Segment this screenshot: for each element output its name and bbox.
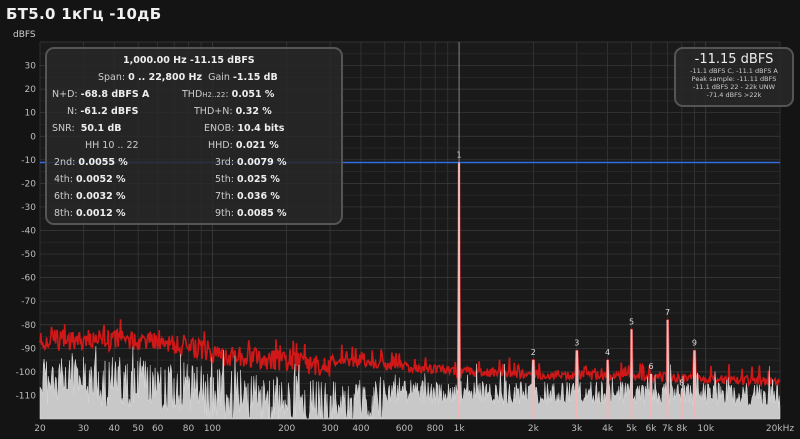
x-tick-label: 30 bbox=[78, 424, 90, 434]
x-tick-label: 600 bbox=[396, 424, 413, 434]
peak-label: 6 bbox=[648, 362, 653, 371]
harmonic-label: 7th: bbox=[215, 191, 234, 202]
x-tick-label: 8k bbox=[676, 424, 688, 434]
thdn-value: 0.32 % bbox=[235, 106, 272, 117]
gain-value: -1.15 dB bbox=[232, 72, 278, 83]
level-line: -71.4 dBFS >22k bbox=[706, 91, 762, 99]
x-tick-label: 20kHz bbox=[766, 424, 794, 434]
harmonic-4: 4th: 0.0052 % bbox=[54, 174, 126, 185]
peak-label: 9 bbox=[692, 339, 697, 348]
harmonic-2: 2nd: 0.0055 % bbox=[54, 157, 128, 168]
harmonic-6: 6th: 0.0032 % bbox=[54, 191, 126, 202]
level-main: -11.15 dBFS bbox=[694, 52, 774, 67]
harmonic-7: 7th: 0.036 % bbox=[215, 191, 280, 202]
y-tick-label: -10 bbox=[21, 156, 36, 166]
x-tick-label: 4k bbox=[602, 424, 614, 434]
harmonic-value: 0.0055 % bbox=[78, 157, 128, 168]
y-tick-label: -110 bbox=[16, 391, 37, 401]
x-tick-label: 10k bbox=[697, 424, 714, 434]
y-tick-label: -30 bbox=[21, 203, 36, 213]
y-tick-label: 20 bbox=[25, 85, 37, 95]
harmonic-label: 4th: bbox=[54, 174, 73, 185]
thd-label: THD bbox=[182, 89, 203, 100]
x-tick-label: 1k bbox=[454, 424, 466, 434]
x-tick-label: 3k bbox=[571, 424, 583, 434]
thd-value: 0.051 % bbox=[231, 89, 275, 100]
x-tick-label: 80 bbox=[183, 424, 195, 434]
x-tick-label: 200 bbox=[278, 424, 295, 434]
enob-value: 10.4 bits bbox=[237, 123, 285, 134]
distortion-stats-panel[interactable]: 1,000.00 Hz -11.15 dBFS Span: 0 .. 22,80… bbox=[45, 47, 343, 225]
harmonic-3: 3rd: 0.0079 % bbox=[215, 157, 287, 168]
peak-label: 3 bbox=[574, 339, 579, 348]
hh-label: HH 10 .. 22 bbox=[85, 140, 139, 151]
harmonic-8: 8th: 0.0012 % bbox=[54, 208, 126, 219]
n-label: N: bbox=[67, 106, 78, 117]
peak-label: 5 bbox=[629, 317, 634, 326]
n-value: -61.2 dBFS bbox=[80, 106, 139, 117]
gain-label: Gain bbox=[208, 72, 230, 83]
peak-label: 2 bbox=[531, 348, 536, 357]
level-readout-panel[interactable]: -11.15 dBFS -11.1 dBFS C, -11.1 dBFS A P… bbox=[674, 47, 794, 107]
harmonic-value: 0.0052 % bbox=[76, 174, 126, 185]
harmonic-label: 6th: bbox=[54, 191, 73, 202]
harmonic-value: 0.0079 % bbox=[237, 157, 287, 168]
nd-label: N+D: bbox=[52, 89, 78, 100]
snr-label: SNR: bbox=[52, 123, 75, 134]
snr-value: 50.1 dB bbox=[80, 123, 122, 134]
y-tick-label: -20 bbox=[21, 179, 36, 189]
level-line: -11.1 dBFS C, -11.1 dBFS A bbox=[690, 67, 778, 75]
hhd-label: HHD: bbox=[208, 140, 233, 151]
x-tick-label: 100 bbox=[204, 424, 221, 434]
nd-value: -68.8 dBFS A bbox=[80, 89, 150, 100]
span-label: Span: bbox=[98, 72, 126, 83]
harmonic-value: 0.036 % bbox=[237, 191, 280, 202]
level-line: Peak sample: -11.11 dBFS bbox=[691, 75, 777, 83]
x-tick-label: 300 bbox=[322, 424, 339, 434]
x-tick-label: 800 bbox=[427, 424, 444, 434]
y-tick-label: -40 bbox=[21, 227, 36, 237]
thd-sub: H2..22 bbox=[202, 91, 226, 99]
thdn-label: THD+N: bbox=[194, 106, 233, 117]
x-tick-label: 6k bbox=[646, 424, 658, 434]
y-tick-label: -60 bbox=[21, 274, 36, 284]
harmonic-value: 0.0032 % bbox=[76, 191, 126, 202]
peak-label: 1 bbox=[457, 151, 462, 160]
x-tick-label: 400 bbox=[352, 424, 369, 434]
peak-label: 7 bbox=[665, 308, 670, 317]
y-tick-label: -70 bbox=[21, 297, 36, 307]
x-tick-label: 40 bbox=[109, 424, 121, 434]
harmonic-value: 0.0012 % bbox=[76, 208, 126, 219]
x-tick-label: 60 bbox=[152, 424, 164, 434]
y-tick-label: -80 bbox=[21, 321, 36, 331]
y-tick-label: 0 bbox=[30, 132, 36, 142]
harmonic-label: 8th: bbox=[54, 208, 73, 219]
span-value: 0 .. 22,800 Hz bbox=[128, 72, 203, 83]
hhd-value: 0.021 % bbox=[235, 140, 279, 151]
y-tick-label: -90 bbox=[21, 344, 36, 354]
harmonic-value: 0.0085 % bbox=[237, 208, 287, 219]
x-tick-label: 2k bbox=[528, 424, 540, 434]
stats-header: 1,000.00 Hz -11.15 dBFS bbox=[123, 55, 255, 66]
x-tick-label: 20 bbox=[34, 424, 46, 434]
x-tick-label: 5k bbox=[626, 424, 638, 434]
harmonic-5: 5th: 0.025 % bbox=[215, 174, 280, 185]
harmonic-value: 0.025 % bbox=[237, 174, 280, 185]
harmonic-label: 3rd: bbox=[215, 157, 235, 168]
y-tick-label: -50 bbox=[21, 250, 36, 260]
harmonic-9: 9th: 0.0085 % bbox=[215, 208, 287, 219]
harmonic-label: 5th: bbox=[215, 174, 234, 185]
harmonic-label: 9th: bbox=[215, 208, 234, 219]
peak-label: 8 bbox=[679, 379, 684, 388]
harmonic-label: 2nd: bbox=[54, 157, 76, 168]
peak-label: 4 bbox=[605, 348, 610, 357]
enob-label: ENOB: bbox=[204, 123, 235, 134]
y-tick-label: -100 bbox=[16, 368, 37, 378]
x-tick-label: 50 bbox=[132, 424, 144, 434]
y-tick-label: 30 bbox=[25, 62, 37, 72]
level-line: -11.1 dBFS 22 - 22k UNW bbox=[692, 83, 776, 91]
y-tick-label: 10 bbox=[25, 109, 37, 119]
x-tick-label: 7k bbox=[662, 424, 674, 434]
